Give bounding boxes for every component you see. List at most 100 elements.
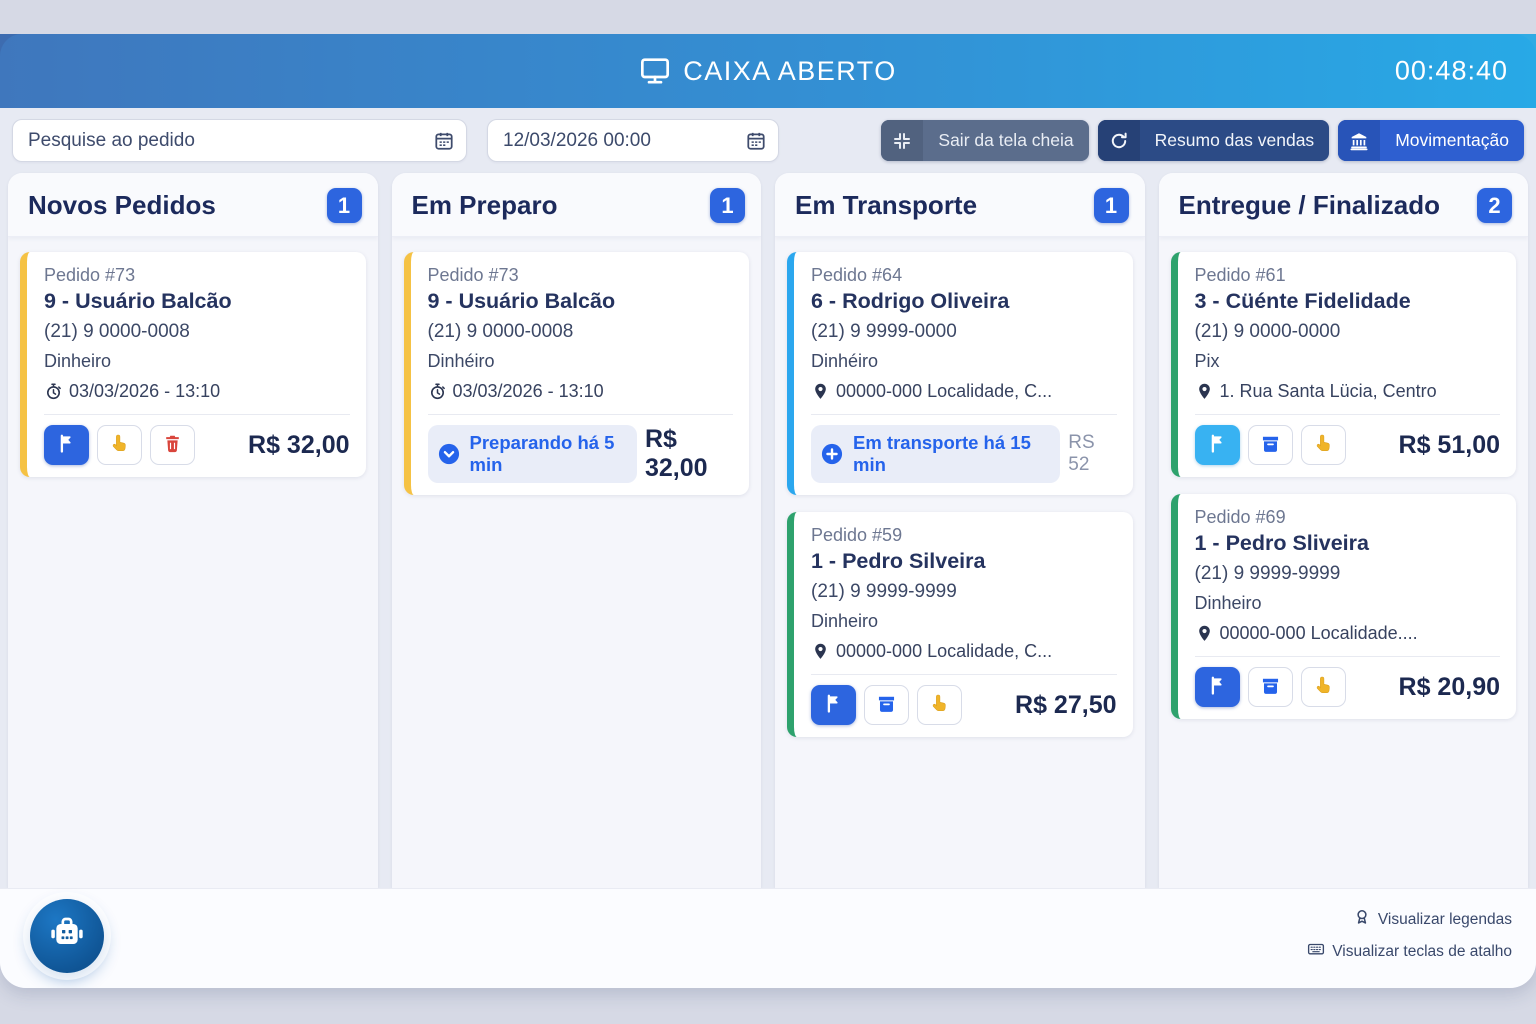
exit-fullscreen-button[interactable]: Sair da tela cheia (881, 120, 1088, 161)
flag-button[interactable] (44, 425, 89, 465)
status-label: Preparando há 5 min (470, 432, 624, 476)
card-footer: Preparando há 5 min R$ 32,00 (428, 425, 734, 483)
hand-icon (1313, 433, 1334, 457)
flag-button[interactable] (1195, 425, 1240, 465)
view-shortcuts-link[interactable]: Visualizar teclas de atalho (1307, 940, 1512, 963)
order-total: R$ 51,00 (1399, 431, 1500, 460)
card-meta-text: 03/03/2026 - 13:10 (453, 381, 604, 402)
card-meta-text: 03/03/2026 - 13:10 (69, 381, 220, 402)
archive-button[interactable] (864, 685, 909, 725)
card-meta: 03/03/2026 - 13:10 (44, 381, 350, 402)
column-count-badge: 1 (710, 188, 745, 223)
hand-icon (109, 433, 130, 457)
archive-button[interactable] (1248, 667, 1293, 707)
status-label: Em transporte há 15 min (853, 432, 1047, 476)
hand-icon (1313, 675, 1334, 699)
hand-button[interactable] (97, 425, 142, 465)
customer-phone: (21) 9 9999-9999 (1195, 563, 1501, 585)
order-card[interactable]: Pedido #646 - Rodrigo Oliveira(21) 9 999… (787, 252, 1133, 495)
date-input[interactable] (487, 119, 779, 162)
column-count-badge: 2 (1477, 188, 1512, 223)
hand-button[interactable] (1301, 425, 1346, 465)
sales-summary-button[interactable]: Resumo das vendas (1098, 120, 1330, 161)
order: Pedido #64 (811, 265, 1117, 286)
status-badge: Preparando há 5 min (428, 425, 637, 483)
movement-button[interactable]: Movimentação (1338, 120, 1524, 161)
refresh-icon (1098, 120, 1140, 161)
footer: Visualizar legendas Visualizar teclas de… (0, 888, 1536, 988)
order-card[interactable]: Pedido #73 9 - Usuário Balcão (21) 9 0000-… (20, 252, 366, 477)
session-timer: 00:48:40 (1395, 56, 1508, 87)
card-divider (811, 674, 1117, 675)
order-card[interactable]: Pedido #739 - Usuário Balcão(21) 9 0000-… (404, 252, 750, 495)
card-meta-text: 00000-000 Localidade, C... (836, 641, 1052, 662)
card-footer: R$ 51,00 (1195, 425, 1501, 465)
archive-button[interactable] (1248, 425, 1293, 465)
flag-button[interactable] (1195, 667, 1240, 707)
order-total: R$ 32,00 (248, 431, 349, 460)
order: Pedido #73 (44, 265, 350, 286)
order: Pedido #61 (1195, 265, 1501, 286)
footer-links: Visualizar legendas Visualizar teclas de… (1307, 908, 1512, 963)
card-divider (428, 414, 734, 415)
assistant-button[interactable] (30, 899, 104, 973)
column-1: Em Preparo1 Pedido #739 - Usuário Balcão(… (392, 173, 762, 888)
payment-method: Dinhéiro (428, 351, 734, 372)
hand-button[interactable] (1301, 667, 1346, 707)
order-total: R$ 32,00 (645, 425, 733, 483)
customer-phone: (21) 9 0000-0000 (1195, 321, 1501, 343)
plus-circle-icon (820, 442, 844, 466)
header-bar: CAIXA ABERTO 00:48:40 (0, 34, 1536, 108)
order: Pedido #59 (811, 525, 1117, 546)
card-actions (1195, 425, 1346, 465)
order-card[interactable]: Pedido #61 3 - Cüénte Fidelidade (21) 9 00… (1171, 252, 1517, 477)
column-body: Pedido #739 - Usuário Balcão(21) 9 0000-… (392, 237, 762, 888)
card-divider (1195, 414, 1501, 415)
flag-icon (1207, 433, 1228, 457)
view-legends-label: Visualizar legendas (1378, 911, 1512, 929)
page-title-text: CAIXA ABERTO (683, 56, 897, 87)
card-footer: Em transporte há 15 min RS 52 (811, 425, 1117, 483)
compress-icon (881, 120, 923, 161)
view-legends-link[interactable]: Visualizar legendas (1353, 908, 1512, 931)
column-header: Em Preparo1 (392, 173, 762, 237)
card-meta: 03/03/2026 - 13:10 (428, 381, 734, 402)
customer-name: 3 - Cüénte Fidelidade (1195, 289, 1501, 314)
date-field (487, 119, 779, 162)
card-actions (811, 685, 962, 725)
customer-phone: (21) 9 0000-0008 (44, 321, 350, 343)
card-footer: R$ 20,90 (1195, 667, 1501, 707)
customer-name: 9 - Usuário Balcão (44, 289, 350, 314)
flag-icon (823, 693, 844, 717)
customer-name: 6 - Rodrigo Oliveira (811, 289, 1117, 314)
toolbar-buttons: Sair da tela cheia Resumo das vendas Mov… (881, 120, 1524, 161)
card-meta: 1. Rua Santa Lücia, Centro (1195, 381, 1501, 402)
search-field (12, 119, 467, 162)
search-input[interactable] (12, 119, 467, 162)
order: Pedido #69 (1195, 507, 1501, 528)
monitor-icon (639, 55, 671, 87)
flag-button[interactable] (811, 685, 856, 725)
trash-button[interactable] (150, 425, 195, 465)
order-card[interactable]: Pedido #691 - Pedro Sliveira(21) 9 9999-… (1171, 494, 1517, 719)
calendar-icon (433, 130, 455, 152)
column-header: Novos Pedidos1 (8, 173, 378, 237)
customer-name: 1 - Pedro Silveira (811, 549, 1117, 574)
card-meta-text: 1. Rua Santa Lücia, Centro (1220, 381, 1437, 402)
card-divider (44, 414, 350, 415)
status-price-muted: RS 52 (1068, 432, 1116, 476)
column-body: Pedido #646 - Rodrigo Oliveira(21) 9 999… (775, 237, 1145, 888)
archive-icon (1260, 675, 1281, 699)
order-total: R$ 20,90 (1399, 673, 1500, 702)
order-card[interactable]: Pedido #591 - Pedro Silveira(21) 9 9999-… (787, 512, 1133, 737)
column-count-badge: 1 (327, 188, 362, 223)
column-body: Pedido #61 3 - Cüénte Fidelidade (21) 9 00… (1159, 237, 1529, 888)
trash-icon (162, 433, 183, 457)
payment-method: Dinheiro (811, 611, 1117, 632)
hand-button[interactable] (917, 685, 962, 725)
column-title: Em Transporte (795, 190, 977, 221)
archive-icon (876, 693, 897, 717)
keyboard-icon (1307, 940, 1325, 963)
medal-icon (1353, 908, 1371, 931)
pin-icon (1195, 382, 1214, 401)
